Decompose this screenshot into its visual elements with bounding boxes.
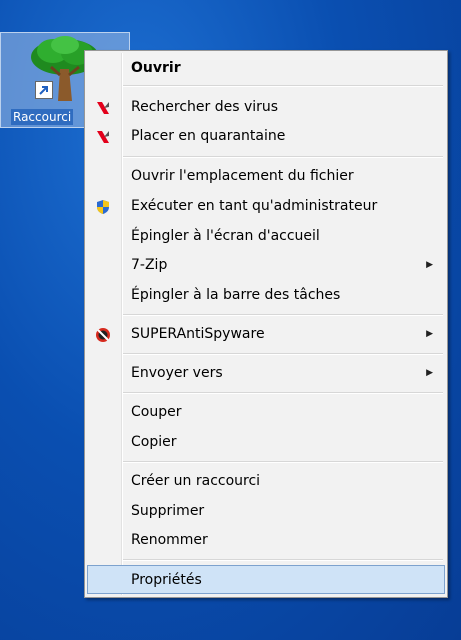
menu-item-superantispyware[interactable]: SUPERAntiSpyware ▶ <box>87 320 445 349</box>
menu-item-label: Rechercher des virus <box>131 99 279 115</box>
menu-item-run-as-admin[interactable]: Exécuter en tant qu'administrateur <box>87 192 445 221</box>
submenu-arrow-icon: ▶ <box>426 329 433 339</box>
menu-item-label: Épingler à la barre des tâches <box>131 287 341 303</box>
menu-item-label: 7-Zip <box>131 257 168 273</box>
menu-item-pin-start[interactable]: Épingler à l'écran d'accueil <box>87 222 445 251</box>
menu-item-label: Propriétés <box>131 572 202 588</box>
menu-item-delete[interactable]: Supprimer <box>87 497 445 526</box>
menu-item-label: Supprimer <box>131 503 205 519</box>
shortcut-arrow-icon <box>35 81 53 99</box>
menu-item-7zip[interactable]: 7-Zip ▶ <box>87 251 445 280</box>
menu-item-label: Couper <box>131 404 182 420</box>
menu-item-label: Envoyer vers <box>131 365 223 381</box>
superantispyware-icon <box>96 328 110 342</box>
menu-item-label: Créer un raccourci <box>131 473 261 489</box>
menu-item-label: Placer en quarantaine <box>131 128 286 144</box>
menu-separator <box>123 392 443 394</box>
menu-item-scan-virus[interactable]: Rechercher des virus <box>87 93 445 122</box>
menu-separator <box>123 559 443 561</box>
menu-item-open-location[interactable]: Ouvrir l'emplacement du fichier <box>87 162 445 191</box>
menu-item-ouvrir[interactable]: Ouvrir <box>87 54 445 83</box>
menu-item-rename[interactable]: Renommer <box>87 526 445 555</box>
menu-separator <box>123 156 443 158</box>
submenu-arrow-icon: ▶ <box>426 260 433 270</box>
menu-item-pin-taskbar[interactable]: Épingler à la barre des tâches <box>87 281 445 310</box>
context-menu: Ouvrir Rechercher des virus Placer en qu… <box>84 50 448 598</box>
menu-item-label: Ouvrir <box>131 60 181 76</box>
menu-item-send-to[interactable]: Envoyer vers ▶ <box>87 359 445 388</box>
kaspersky-icon <box>97 102 109 114</box>
menu-item-label: Copier <box>131 434 177 450</box>
submenu-arrow-icon: ▶ <box>426 368 433 378</box>
menu-item-properties[interactable]: Propriétés <box>87 565 445 594</box>
menu-separator <box>123 353 443 355</box>
menu-item-label: SUPERAntiSpyware <box>131 326 265 342</box>
kaspersky-icon <box>97 131 109 143</box>
menu-item-label: Ouvrir l'emplacement du fichier <box>131 168 354 184</box>
menu-item-copy[interactable]: Copier <box>87 428 445 457</box>
menu-separator <box>123 314 443 316</box>
menu-item-create-shortcut[interactable]: Créer un raccourci <box>87 467 445 496</box>
menu-item-label: Renommer <box>131 532 208 548</box>
shortcut-label: Raccourci <box>11 109 74 125</box>
menu-separator <box>123 461 443 463</box>
menu-item-quarantine[interactable]: Placer en quarantaine <box>87 122 445 151</box>
menu-item-label: Épingler à l'écran d'accueil <box>131 228 320 244</box>
menu-item-cut[interactable]: Couper <box>87 398 445 427</box>
menu-item-label: Exécuter en tant qu'administrateur <box>131 198 378 214</box>
menu-separator <box>123 85 443 87</box>
uac-shield-icon <box>97 200 109 214</box>
